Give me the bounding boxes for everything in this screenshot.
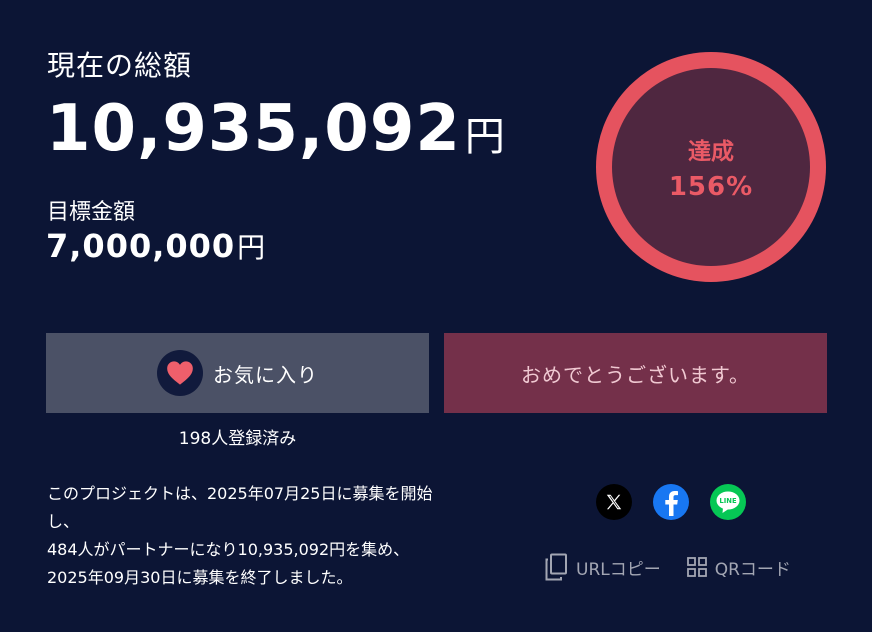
achievement-label: 達成 xyxy=(688,139,734,165)
qr-code-label: QRコード xyxy=(714,559,791,580)
qr-code-icon xyxy=(686,557,707,577)
summary-line: 484人がパートナーになり10,935,092円を集め、 xyxy=(47,540,410,559)
summary-line: このプロジェクトは、2025年07月25日に募集を開始 xyxy=(47,484,433,503)
congrats-button-label: おめでとうございます。 xyxy=(521,362,750,387)
goal-amount: 7,000,000 円 xyxy=(46,226,265,266)
goal-amount-value: 7,000,000 xyxy=(46,227,236,265)
goal-amount-unit: 円 xyxy=(237,231,266,264)
achievement-percent: 156% xyxy=(668,172,754,202)
heart-icon xyxy=(157,350,203,396)
url-copy-link[interactable]: URLコピー xyxy=(544,553,661,581)
achievement-ring: 達成 156% xyxy=(596,52,826,282)
current-total: 10,935,092 円 xyxy=(46,92,505,166)
summary-line: 2025年09月30日に募集を終了しました。 xyxy=(47,568,353,587)
favorite-button-label: お気に入り xyxy=(213,362,318,387)
summary-line: し、 xyxy=(47,512,80,531)
copy-links: URLコピー QRコード xyxy=(544,553,791,581)
favorite-button[interactable]: お気に入り xyxy=(46,333,429,413)
favorite-count: 198人登録済み xyxy=(178,429,297,449)
current-total-unit: 円 xyxy=(464,114,505,160)
current-total-label: 現在の総額 xyxy=(47,49,193,82)
copy-icon xyxy=(545,553,567,581)
project-summary: このプロジェクトは、2025年07月25日に募集を開始 し、 484人がパートナ… xyxy=(47,480,497,592)
share-buttons: LINE xyxy=(596,484,746,520)
line-icon[interactable]: LINE xyxy=(710,484,746,520)
x-icon[interactable] xyxy=(596,484,632,520)
current-total-amount: 10,935,092 xyxy=(46,92,461,166)
congrats-button[interactable]: おめでとうございます。 xyxy=(444,333,827,413)
facebook-icon[interactable] xyxy=(653,484,689,520)
achievement-ring-inner: 達成 156% xyxy=(612,68,810,266)
goal-amount-label: 目標金額 xyxy=(47,200,136,225)
line-icon-text: LINE xyxy=(719,497,737,505)
url-copy-label: URLコピー xyxy=(576,559,661,580)
qr-code-link[interactable]: QRコード xyxy=(686,555,791,580)
